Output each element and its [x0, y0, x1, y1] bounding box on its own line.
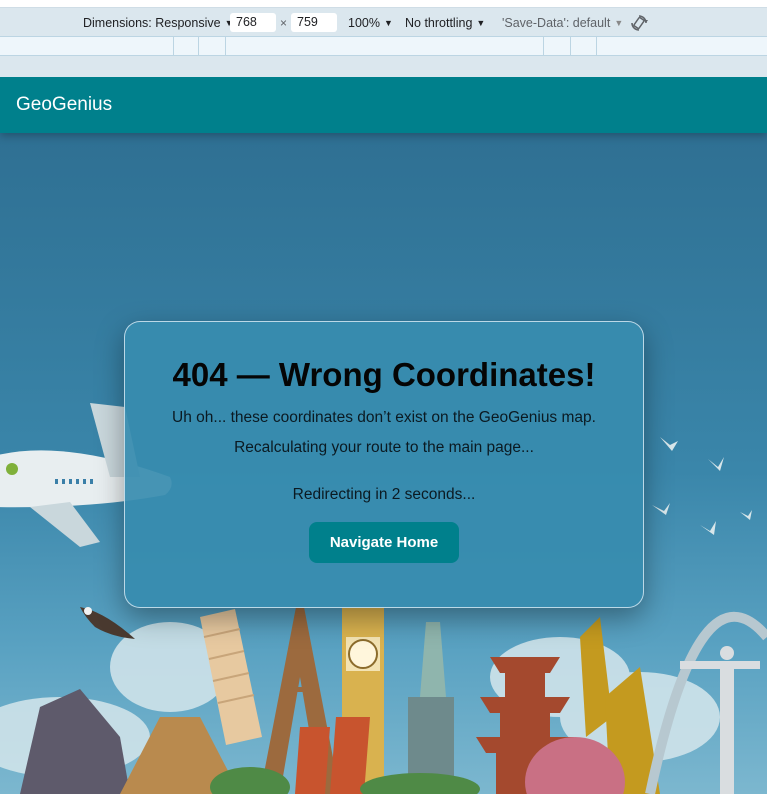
birds [652, 437, 752, 535]
caret-down-icon: ▼ [614, 18, 624, 28]
error-message: Uh oh... these coordinates don’t exist o… [172, 409, 596, 426]
devtools-device-toolbar: Dimensions: Responsive ▼ 768 × 759 100% … [0, 0, 767, 77]
caret-down-icon: ▼ [476, 18, 486, 28]
ruler-segment[interactable] [198, 37, 199, 55]
caret-down-icon: ▼ [383, 18, 393, 28]
eagle [80, 607, 135, 639]
height-input[interactable]: 759 [291, 13, 337, 32]
brand-title[interactable]: GeoGenius [16, 94, 112, 116]
save-data-dropdown[interactable]: 'Save-Data': default ▼ [502, 12, 623, 34]
width-input[interactable]: 768 [230, 13, 276, 32]
redirect-countdown: Redirecting in 2 seconds... [292, 486, 476, 503]
times-sign: × [280, 16, 288, 30]
devtools-top-strip [0, 0, 767, 8]
navigate-home-button[interactable]: Navigate Home [308, 522, 460, 563]
page-viewport: GeoGenius 404 — Wrong Coordinates! Uh oh… [0, 77, 767, 794]
throttling-label: No throttling [405, 16, 473, 30]
statue-of-liberty [408, 622, 454, 794]
ruler-segment[interactable] [570, 37, 571, 55]
zoom-dropdown[interactable]: 100% ▼ [348, 12, 393, 34]
error-title: 404 — Wrong Coordinates! [172, 356, 596, 393]
ruler-segment[interactable] [596, 37, 597, 55]
save-data-label: 'Save-Data': default [502, 16, 611, 30]
zoom-label: 100% [348, 16, 380, 30]
ruler-segment[interactable] [225, 37, 226, 55]
rotate-icon[interactable] [630, 14, 648, 32]
recalculating-message: Recalculating your route to the main pag… [234, 439, 534, 456]
ruler-segment[interactable] [173, 37, 174, 55]
throttling-dropdown[interactable]: No throttling ▼ [405, 12, 485, 34]
dimensions-label: Dimensions: Responsive [83, 16, 221, 30]
media-query-ruler[interactable] [0, 36, 767, 56]
error-card: 404 — Wrong Coordinates! Uh oh... these … [124, 321, 644, 608]
dimensions-dropdown[interactable]: Dimensions: Responsive ▼ [83, 12, 233, 34]
app-header: GeoGenius [0, 77, 767, 133]
ruler-segment[interactable] [543, 37, 544, 55]
